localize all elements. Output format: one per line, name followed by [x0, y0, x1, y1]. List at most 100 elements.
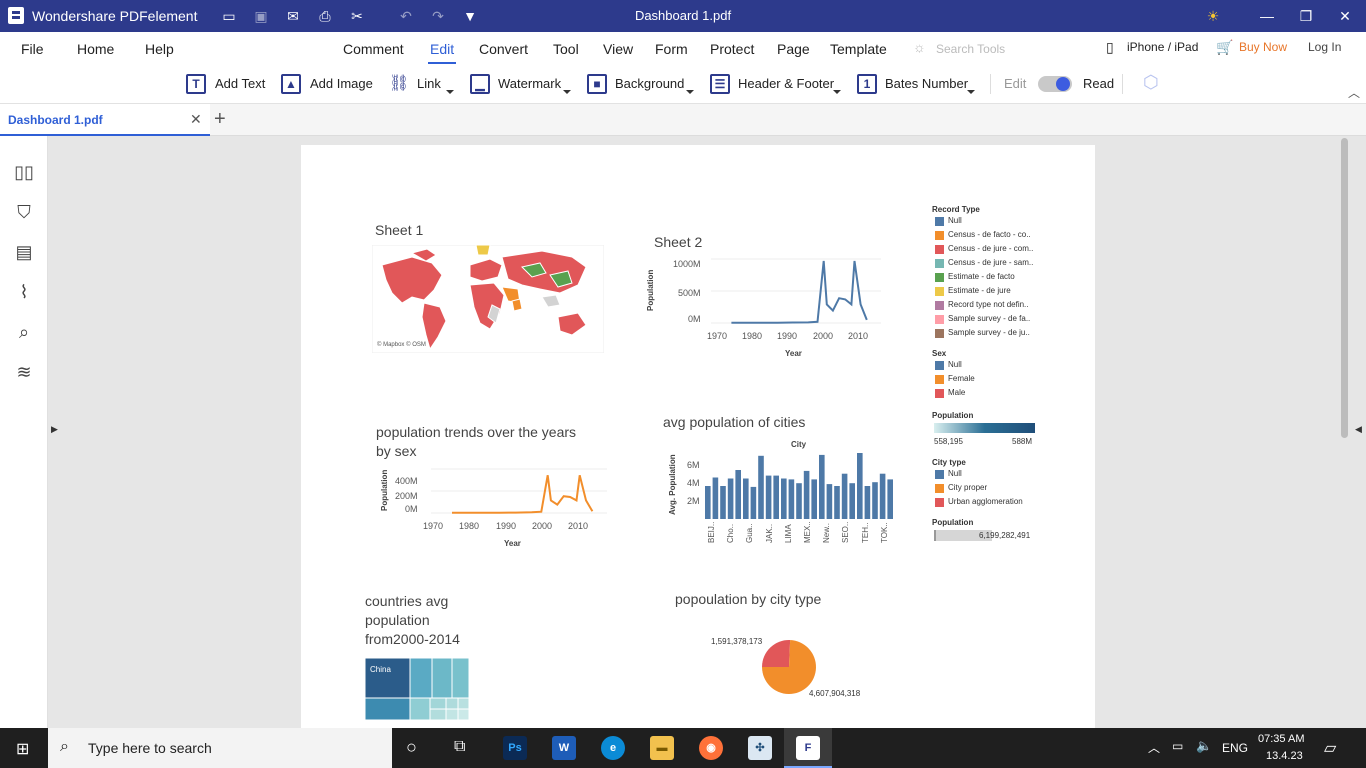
legend-record-type-label[interactable]: Null [948, 216, 962, 225]
volume-icon[interactable]: 🔈 [1196, 738, 1212, 754]
ocr-icon[interactable]: ⬡ [1143, 72, 1159, 93]
bates-number-button[interactable]: Bates Number [885, 76, 968, 91]
link-icon[interactable]: ⛓ [389, 73, 409, 93]
legend-sex-label[interactable]: Female [948, 374, 975, 383]
language-indicator[interactable]: ENG [1222, 741, 1248, 755]
document-tab[interactable]: Dashboard 1.pdf ✕ [0, 104, 210, 136]
background-icon[interactable]: ■ [587, 74, 607, 94]
menu-help[interactable]: Help [145, 41, 174, 57]
legend-sex-swatch[interactable] [935, 361, 944, 370]
menu-tool[interactable]: Tool [553, 41, 579, 57]
legend-sex-swatch[interactable] [935, 375, 944, 384]
legend-record-type-swatch[interactable] [935, 273, 944, 282]
header-footer-icon[interactable]: ☰ [710, 74, 730, 94]
bates-number-icon[interactable]: 1 [857, 74, 877, 94]
legend-record-type-swatch[interactable] [935, 245, 944, 254]
clock-date[interactable]: 13.4.23 [1266, 750, 1303, 762]
legend-record-type-swatch[interactable] [935, 259, 944, 268]
collapse-ribbon-icon[interactable]: ︿ [1348, 84, 1360, 101]
background-dropdown-icon[interactable] [686, 90, 694, 94]
legend-record-type-swatch[interactable] [935, 217, 944, 226]
legend-record-type-label[interactable]: Estimate - de facto [948, 272, 1015, 281]
task-view-icon[interactable]: ⧉ [454, 738, 465, 756]
legend-record-type-swatch[interactable] [935, 287, 944, 296]
legend-record-type-swatch[interactable] [935, 231, 944, 240]
add-image-icon[interactable]: ▲ [281, 74, 301, 94]
notifications-icon[interactable]: ▱ [1324, 738, 1336, 758]
menu-home[interactable]: Home [77, 41, 114, 57]
background-button[interactable]: Background [615, 76, 684, 91]
legend-record-type-label[interactable]: Record type not defin.. [948, 300, 1029, 309]
legend-record-type-label[interactable]: Census - de facto - co.. [948, 230, 1031, 239]
edit-read-toggle[interactable] [1038, 76, 1072, 92]
header-footer-button[interactable]: Header & Footer [738, 76, 834, 91]
legend-record-type-swatch[interactable] [935, 301, 944, 310]
edge-icon[interactable]: e [601, 736, 625, 760]
legend-city-type-label[interactable]: Urban agglomeration [948, 497, 1023, 506]
legend-sex-label[interactable]: Male [948, 388, 965, 397]
comment-icon[interactable]: ▤ [12, 240, 36, 264]
attachment-icon[interactable]: ⌇ [12, 280, 36, 304]
menu-comment[interactable]: Comment [343, 41, 404, 57]
add-text-icon[interactable]: T [186, 74, 206, 94]
legend-record-type-label[interactable]: Census - de jure - sam.. [948, 258, 1033, 267]
link-button[interactable]: Link [417, 76, 441, 91]
watermark-button[interactable]: Watermark [498, 76, 561, 91]
watermark-icon[interactable]: ▁ [470, 74, 490, 94]
login-link[interactable]: Log In [1308, 40, 1341, 54]
add-image-button[interactable]: Add Image [310, 76, 373, 91]
bates-number-dropdown-icon[interactable] [967, 90, 975, 94]
legend-city-type-swatch[interactable] [935, 470, 944, 479]
layers-icon[interactable]: ≋ [12, 360, 36, 384]
watermark-dropdown-icon[interactable] [563, 90, 571, 94]
new-tab-button[interactable]: + [214, 108, 226, 131]
clock-time[interactable]: 07:35 AM [1258, 733, 1304, 745]
expand-right-panel-icon[interactable]: ◀ [1355, 424, 1362, 435]
search-tools[interactable]: Search Tools [936, 42, 1005, 56]
firefox-icon[interactable]: ◉ [699, 736, 723, 760]
add-text-button[interactable]: Add Text [215, 76, 265, 91]
word-icon[interactable]: W [552, 736, 576, 760]
bookmark-icon[interactable]: ⛉ [12, 200, 36, 224]
battery-icon[interactable]: ▭ [1172, 739, 1183, 753]
thumbnails-icon[interactable]: ▯▯ [12, 160, 36, 184]
buy-now-link[interactable]: Buy Now [1239, 40, 1287, 54]
menu-file[interactable]: File [21, 41, 44, 57]
show-hidden-icons[interactable]: ︿ [1148, 739, 1160, 756]
windows-start-icon[interactable]: ⊞ [16, 739, 29, 759]
link-dropdown-icon[interactable] [446, 90, 454, 94]
legend-record-type-label[interactable]: Sample survey - de ju.. [948, 328, 1030, 337]
menu-protect[interactable]: Protect [710, 41, 754, 57]
legend-record-type-label[interactable]: Census - de jure - com.. [948, 244, 1033, 253]
close-tab-icon[interactable]: ✕ [190, 111, 202, 128]
theme-sun-icon[interactable]: ☀ [1203, 6, 1223, 26]
pdfelement-taskbar-button[interactable]: F [784, 728, 832, 768]
legend-city-type-swatch[interactable] [935, 498, 944, 507]
search-icon[interactable]: ⌕ [12, 320, 36, 344]
expand-sidebar-icon[interactable]: ▶ [51, 424, 58, 435]
legend-city-type-label[interactable]: Null [948, 469, 962, 478]
menu-template[interactable]: Template [830, 41, 887, 57]
legend-record-type-label[interactable]: Estimate - de jure [948, 286, 1011, 295]
menu-form[interactable]: Form [655, 41, 688, 57]
vertical-scrollbar[interactable] [1341, 138, 1348, 438]
legend-record-type-swatch[interactable] [935, 315, 944, 324]
cortana-icon[interactable]: ○ [406, 737, 417, 758]
taskbar-search-box[interactable]: ⌕ Type here to search [48, 728, 392, 768]
tableau-icon[interactable]: ✣ [748, 736, 772, 760]
legend-record-type-label[interactable]: Sample survey - de fa.. [948, 314, 1030, 323]
menu-view[interactable]: View [603, 41, 633, 57]
legend-sex-swatch[interactable] [935, 389, 944, 398]
file-explorer-icon[interactable]: ▬ [650, 736, 674, 760]
iphone-ipad-link[interactable]: iPhone / iPad [1127, 40, 1198, 54]
menu-edit[interactable]: Edit [430, 41, 454, 57]
photoshop-icon[interactable]: Ps [503, 736, 527, 760]
legend-city-type-swatch[interactable] [935, 484, 944, 493]
menu-convert[interactable]: Convert [479, 41, 528, 57]
legend-record-type-swatch[interactable] [935, 329, 944, 338]
close-window-icon[interactable]: ✕ [1322, 0, 1366, 32]
legend-sex-label[interactable]: Null [948, 360, 962, 369]
menu-page[interactable]: Page [777, 41, 810, 57]
header-footer-dropdown-icon[interactable] [833, 90, 841, 94]
legend-city-type-label[interactable]: City proper [948, 483, 987, 492]
